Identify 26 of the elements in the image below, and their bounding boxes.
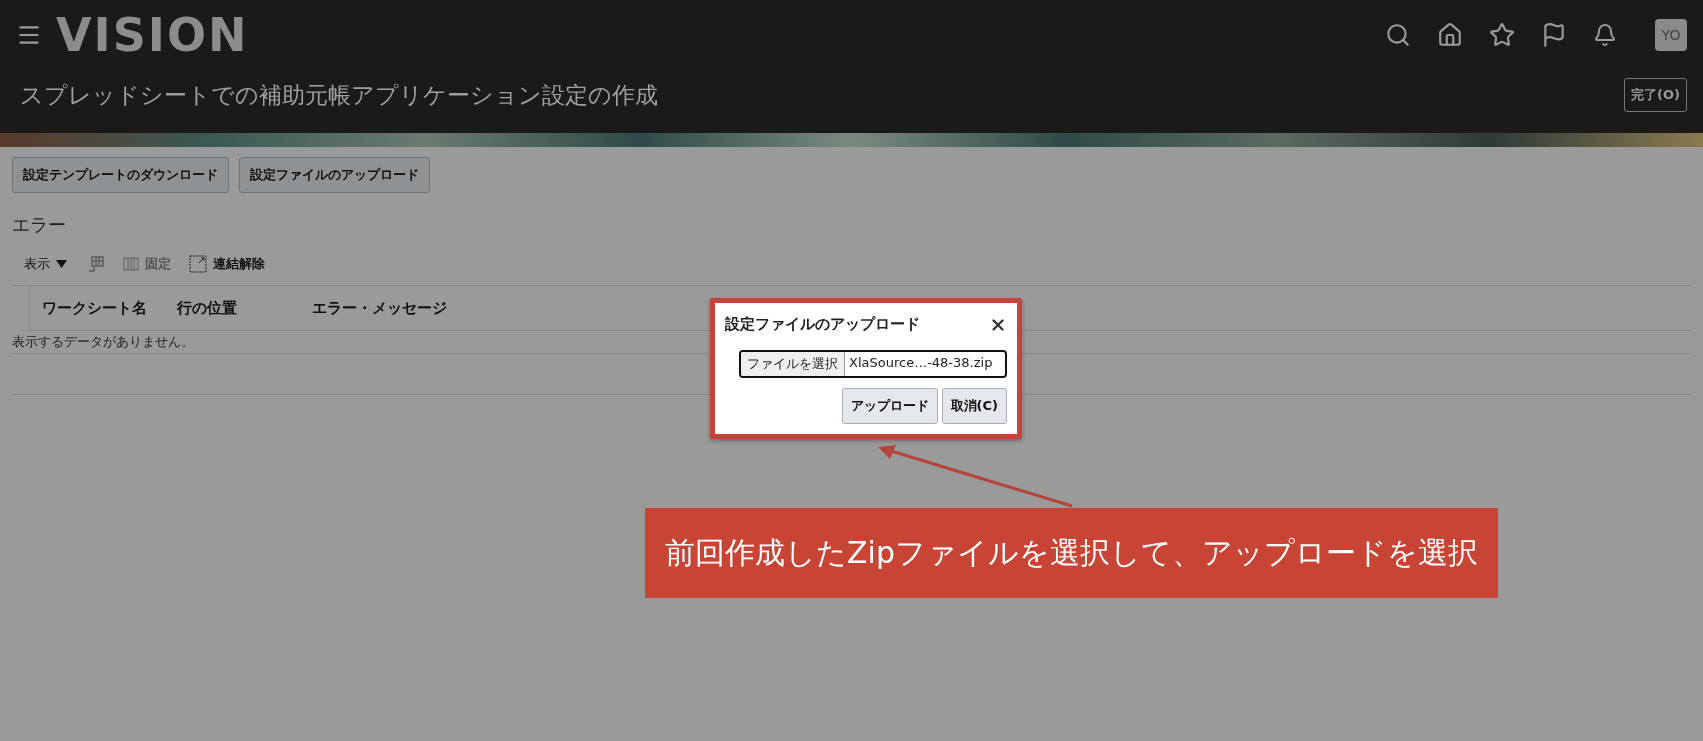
column-header: 行の位置 [177,298,238,318]
done-button[interactable]: 完了(O) [1624,78,1687,112]
search-icon[interactable] [1385,22,1411,48]
star-icon[interactable] [1489,22,1515,48]
detach-button[interactable]: 連結解除 [189,255,265,273]
page-title: スプレッドシートでの補助元帳アプリケーション設定の作成 [20,80,658,110]
file-name: XlaSource…-48-38.zip [848,354,994,372]
dialog-button[interactable]: 取消(C) [941,388,1007,424]
dropdown-caret-icon [56,260,67,268]
flag-icon[interactable] [1541,22,1567,48]
columns-grid-icon [123,256,139,272]
notification-bell-icon[interactable] [1593,23,1617,47]
home-icon[interactable] [1437,22,1463,48]
callout-note: 前回作成したZipファイルを選択して、アップロードを選択 [645,508,1498,598]
column-header: エラー・メッセージ [312,298,448,318]
dialog-button[interactable]: アップロード [841,388,938,424]
column-header: ワークシート名 [42,298,148,318]
file-input-field[interactable]: ファイルを選択 XlaSource…-48-38.zip [739,350,1007,378]
view-menu[interactable]: 表示 [24,255,67,273]
logo: VISION [56,8,249,62]
choose-file-button[interactable]: ファイルを選択 [741,352,845,376]
action-button[interactable]: 設定テンプレートのダウンロード [12,157,229,193]
action-button[interactable]: 設定ファイルのアップロード [239,157,430,193]
section-title: エラー [12,213,67,237]
dialog-title: 設定ファイルのアップロード [725,315,920,334]
detach-window-icon [189,255,207,273]
